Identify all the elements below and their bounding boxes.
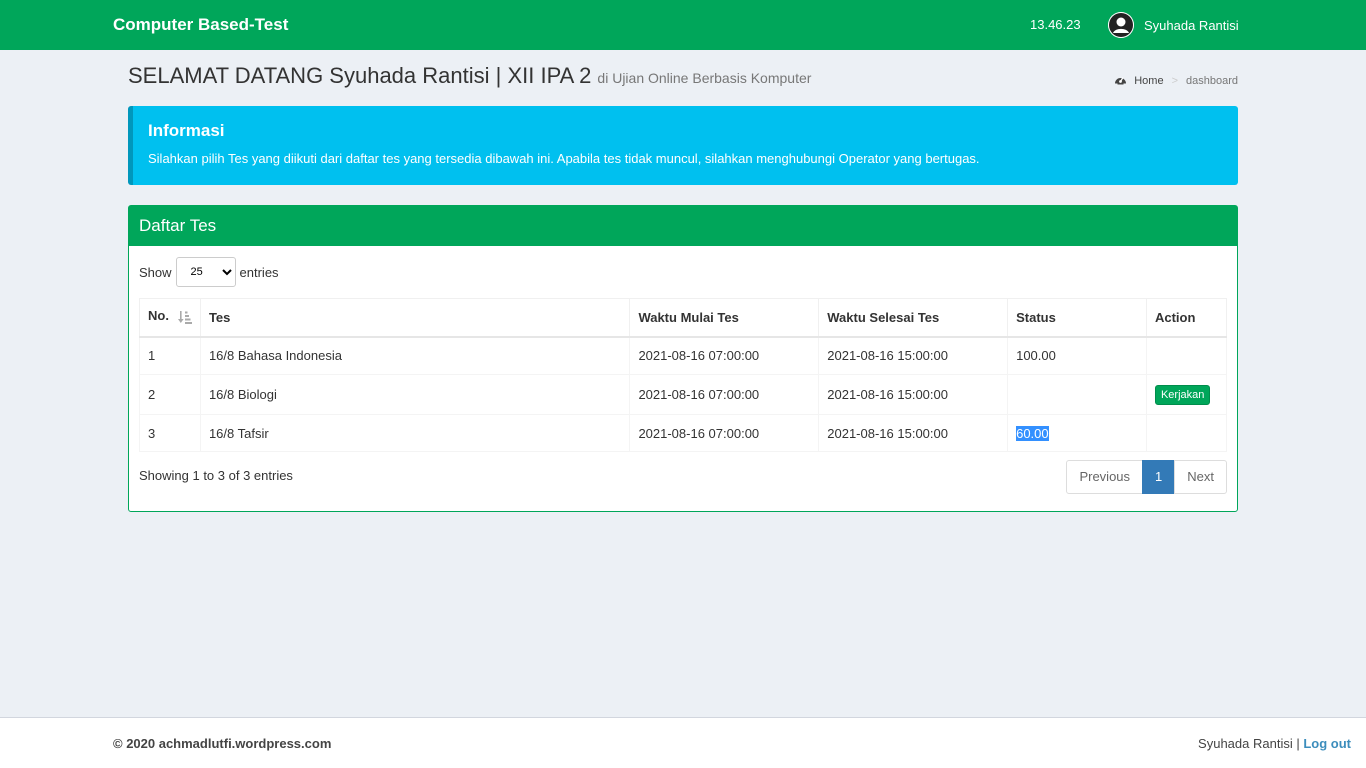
footer-copyright: © 2020 achmadlutfi.wordpress.com <box>113 736 332 751</box>
table-info: Showing 1 to 3 of 3 entries <box>139 468 293 483</box>
box-body: Show 25 entries No. Tes Waktu Mulai Tes … <box>129 246 1237 494</box>
col-header-mulai[interactable]: Waktu Mulai Tes <box>629 298 820 338</box>
page-title: SELAMAT DATANG Syuhada Rantisi | XII IPA… <box>128 63 811 89</box>
table-row: 3 16/8 Tafsir 2021-08-16 07:00:00 2021-0… <box>139 414 1228 452</box>
cell-tes: 16/8 Tafsir <box>199 414 631 452</box>
cell-selesai: 2021-08-16 15:00:00 <box>818 414 1009 452</box>
col-header-tes[interactable]: Tes <box>199 298 631 338</box>
status-value-selected: 60.00 <box>1016 425 1049 441</box>
callout-text: Silahkan pilih Tes yang diikuti dari daf… <box>148 151 980 166</box>
table-header-row: No. Tes Waktu Mulai Tes Waktu Selesai Te… <box>139 298 1228 338</box>
page-length-select[interactable]: 25 <box>175 257 236 287</box>
cell-no: 2 <box>139 374 201 415</box>
cell-no: 1 <box>139 336 201 375</box>
test-table: No. Tes Waktu Mulai Tes Waktu Selesai Te… <box>139 298 1228 452</box>
previous-page-button[interactable]: Previous <box>1066 460 1144 494</box>
cell-action: Kerjakan <box>1145 374 1228 415</box>
user-name: Syuhada Rantisi <box>1144 17 1239 33</box>
callout-title: Informasi <box>148 121 225 140</box>
breadcrumb-home-label: Home <box>1134 75 1164 87</box>
cell-mulai: 2021-08-16 07:00:00 <box>629 374 820 415</box>
cell-status <box>1007 374 1147 415</box>
clock-time: 13.46.23 <box>1030 17 1081 32</box>
info-callout: Informasi Silahkan pilih Tes yang diikut… <box>128 106 1238 185</box>
col-header-selesai[interactable]: Waktu Selesai Tes <box>818 298 1009 338</box>
cell-status: 100.00 <box>1007 336 1147 375</box>
col-header-no-label: No. <box>148 307 169 323</box>
cell-action <box>1145 336 1228 375</box>
sort-icon[interactable] <box>177 310 192 327</box>
cell-mulai: 2021-08-16 07:00:00 <box>629 414 820 452</box>
brand-logo-link[interactable]: Computer Based-Test <box>113 15 288 35</box>
footer-user-name: Syuhada Rantisi | <box>1198 736 1300 751</box>
cell-tes: 16/8 Biologi <box>199 374 631 415</box>
cell-action <box>1145 414 1228 452</box>
content-header: SELAMAT DATANG Syuhada Rantisi | XII IPA… <box>128 63 1238 97</box>
pagination: Previous 1 Next <box>1066 460 1227 494</box>
test-list-box: Daftar Tes Show 25 entries No. Tes Waktu… <box>128 205 1238 512</box>
cell-selesai: 2021-08-16 15:00:00 <box>818 374 1009 415</box>
page-length-control: Show 25 entries <box>139 257 279 287</box>
table-row: 2 16/8 Biologi 2021-08-16 07:00:00 2021-… <box>139 374 1228 415</box>
next-page-button[interactable]: Next <box>1174 460 1227 494</box>
breadcrumb-current: dashboard <box>1186 75 1238 87</box>
col-header-action[interactable]: Action <box>1145 298 1228 338</box>
footer-user-area: Syuhada Rantisi | Log out <box>1198 736 1351 751</box>
box-title: Daftar Tes <box>129 206 1237 246</box>
cell-mulai: 2021-08-16 07:00:00 <box>629 336 820 375</box>
footer: © 2020 achmadlutfi.wordpress.com Syuhada… <box>0 717 1366 768</box>
kerjakan-button[interactable]: Kerjakan <box>1154 384 1211 405</box>
cell-tes: 16/8 Bahasa Indonesia <box>199 336 631 375</box>
cell-status: 60.00 <box>1007 414 1147 452</box>
logout-link[interactable]: Log out <box>1303 736 1351 751</box>
cell-no: 3 <box>139 414 201 452</box>
show-label: Show <box>139 264 172 280</box>
user-menu[interactable]: Syuhada Rantisi <box>1108 12 1239 38</box>
page-1-button[interactable]: 1 <box>1142 460 1176 494</box>
table-row: 1 16/8 Bahasa Indonesia 2021-08-16 07:00… <box>139 336 1228 375</box>
top-navbar: Computer Based-Test 13.46.23 Syuhada Ran… <box>0 0 1366 50</box>
col-header-no[interactable]: No. <box>139 298 201 338</box>
dashboard-icon <box>1114 74 1127 88</box>
user-avatar-icon <box>1108 12 1134 38</box>
breadcrumb-home-link[interactable]: Home <box>1114 74 1164 88</box>
col-header-status[interactable]: Status <box>1007 298 1147 338</box>
page-title-text: SELAMAT DATANG Syuhada Rantisi | XII IPA… <box>128 63 592 88</box>
page-subtitle: di Ujian Online Berbasis Komputer <box>597 70 812 86</box>
cell-selesai: 2021-08-16 15:00:00 <box>818 336 1009 375</box>
breadcrumb-separator: > <box>1171 75 1178 87</box>
breadcrumb: Home > dashboard <box>1114 74 1238 88</box>
entries-label: entries <box>239 264 279 280</box>
